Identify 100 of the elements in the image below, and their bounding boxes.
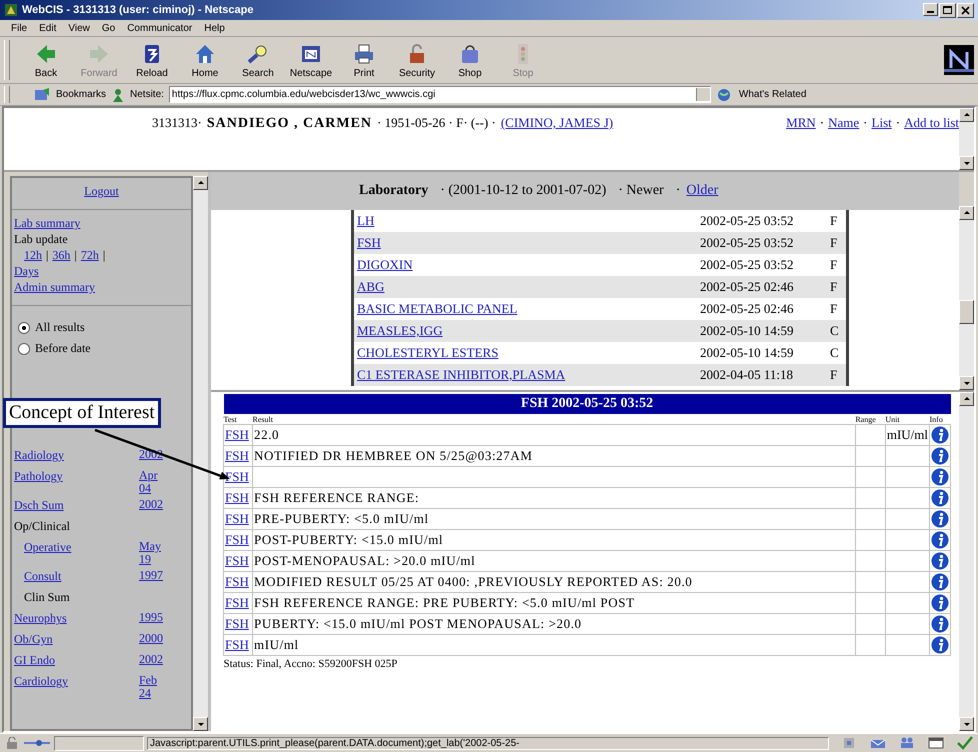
status-text: Status: Final, Accno: S59200FSH 025P <box>224 656 950 672</box>
toolbar-button[interactable]: Print <box>338 40 390 80</box>
date-link[interactable]: 2002 <box>139 498 169 511</box>
report-link[interactable]: Operative <box>14 540 139 556</box>
menu-item[interactable]: File <box>6 22 32 34</box>
annotation-label: Concept of Interest <box>3 398 161 428</box>
logout-link[interactable]: Logout <box>84 184 119 198</box>
sidebar-link[interactable]: 36h <box>52 248 70 263</box>
result-cell: POST-MENOPAUSAL: >20.0 mIU/ml <box>252 550 856 572</box>
lab-test-link[interactable]: ABG <box>357 279 700 295</box>
netscape-logo-icon <box>944 45 974 75</box>
menu-item[interactable]: Go <box>96 22 120 34</box>
scrollbar[interactable] <box>193 176 208 731</box>
toolbar-button[interactable]: Back <box>20 40 72 80</box>
url-field[interactable]: https://flux.cpmc.columbia.edu/webcisder13/wc_wwwcis.cgi <box>168 86 711 103</box>
bookmarks-button[interactable]: Bookmarks <box>56 89 106 100</box>
patient-link[interactable]: (CIMINO, JAMES J) <box>500 115 614 131</box>
lab-test-link[interactable]: C1 ESTERASE INHIBITOR,PLASMA <box>357 367 700 383</box>
people-icon <box>898 736 916 750</box>
table-cell-text: 2002-05-10 14:59 <box>700 323 795 339</box>
check-icon <box>956 736 974 750</box>
report-link[interactable]: Radiology <box>14 448 139 463</box>
lab-test-link[interactable]: FSH <box>357 235 700 251</box>
radio-button[interactable] <box>18 342 30 354</box>
scrollbar[interactable] <box>959 206 974 390</box>
table-cell-text: F <box>830 213 838 229</box>
date-link[interactable]: 1997 <box>139 569 169 582</box>
header-text: · 1951-05-26 · F· (--) · <box>377 115 496 131</box>
patient-link[interactable]: Add to list <box>904 115 959 131</box>
sidebar-label: Lab update <box>14 232 68 247</box>
toolbar-button[interactable]: Security <box>391 40 443 80</box>
sidebar-link[interactable]: Days <box>14 264 39 279</box>
unit-cell: mIU/ml <box>885 424 930 446</box>
radio-label: Before date <box>35 341 91 356</box>
sidebar-link[interactable]: 72h <box>80 248 99 263</box>
table-cell-text: F <box>830 279 838 295</box>
toolbar-button[interactable]: Search <box>232 40 284 80</box>
table-cell-text: 2002-05-25 03:52 <box>700 257 795 273</box>
maximize-button[interactable] <box>939 2 956 18</box>
toolbar-button[interactable]: Home <box>179 40 231 80</box>
bookmark-icon <box>33 88 51 102</box>
patient-link[interactable]: MRN <box>786 115 816 131</box>
sidebar-link[interactable]: Admin summary <box>14 280 95 295</box>
report-link[interactable]: Dsch Sum <box>14 498 139 514</box>
header-text: · <box>896 115 900 131</box>
lab-test-link[interactable]: BASIC METABOLIC PANEL <box>357 301 700 317</box>
window-icon <box>927 736 945 750</box>
minimize-icon <box>927 10 934 12</box>
scrollbar[interactable] <box>959 108 974 170</box>
report-link[interactable]: Pathology <box>14 469 139 484</box>
info-icon <box>931 636 949 654</box>
table-cell-text: F <box>830 301 838 317</box>
table-cell-text: 2002-05-10 14:59 <box>700 345 795 361</box>
report-link[interactable]: Cardiology <box>14 674 139 690</box>
older-link[interactable]: Older <box>686 183 718 199</box>
sidebar-link[interactable]: 12h <box>24 248 42 263</box>
radio-button[interactable] <box>18 322 30 334</box>
table-cell-text: 2002-05-25 03:52 <box>700 235 795 251</box>
header-text: · <box>863 115 868 131</box>
location-label: Netsite: <box>130 89 164 100</box>
lab-test-link[interactable]: CHOLESTERYL ESTERS <box>357 345 700 361</box>
toolbar-button[interactable]: Shop <box>444 40 496 80</box>
info-icon <box>931 468 949 486</box>
patient-link[interactable]: List <box>872 115 892 131</box>
date-link[interactable]: 2000 <box>139 632 169 645</box>
info-icon <box>931 615 949 633</box>
lab-test-link[interactable]: MEASLES,IGG <box>357 323 700 339</box>
scrollbar[interactable] <box>959 392 974 731</box>
minimize-button[interactable] <box>923 2 938 16</box>
report-link[interactable]: Ob/Gyn <box>14 632 139 648</box>
date-link[interactable]: May 19 <box>139 540 169 566</box>
close-button[interactable] <box>957 2 974 18</box>
menu-item[interactable]: View <box>63 22 95 34</box>
status-bar-text: Javascript:parent.UTILS.print_please(parent.DATA.document);get_lab('2002-05-25- <box>147 736 829 750</box>
menu-item[interactable]: Help <box>199 22 230 34</box>
table-cell-text: 2002-05-25 02:46 <box>700 301 795 317</box>
report-link[interactable]: Consult <box>14 569 139 584</box>
lab-test-link[interactable]: LH <box>357 213 700 229</box>
patient-link[interactable]: Name <box>828 115 860 131</box>
whats-related-button[interactable]: What's Related <box>738 89 806 100</box>
separator-text: | <box>46 248 48 263</box>
separator-text: · <box>676 183 680 199</box>
report-link[interactable]: GI Endo <box>14 653 139 668</box>
result-cell: mIU/ml <box>252 634 856 656</box>
report-link[interactable]: Neurophys <box>14 611 139 626</box>
date-link[interactable]: Apr 04 <box>139 469 169 494</box>
table-cell-text: C <box>830 345 840 361</box>
sidebar-link[interactable]: Lab summary <box>14 216 80 231</box>
table-cell-text: F <box>830 367 838 383</box>
date-link[interactable]: 2002 <box>139 653 169 666</box>
date-link[interactable]: Feb 24 <box>139 674 169 700</box>
date-link[interactable]: 1995 <box>139 611 169 624</box>
lab-title: Laboratory <box>359 183 428 199</box>
toolbar-button[interactable]: Netscape <box>285 40 337 80</box>
toolbar-button[interactable]: Reload <box>126 40 178 80</box>
table-cell-text: 2002-05-25 02:46 <box>700 279 795 295</box>
lab-test-link[interactable]: DIGOXIN <box>357 257 700 273</box>
info-icon <box>931 510 949 528</box>
menu-item[interactable]: Communicator <box>122 22 198 34</box>
menu-item[interactable]: Edit <box>34 22 62 34</box>
